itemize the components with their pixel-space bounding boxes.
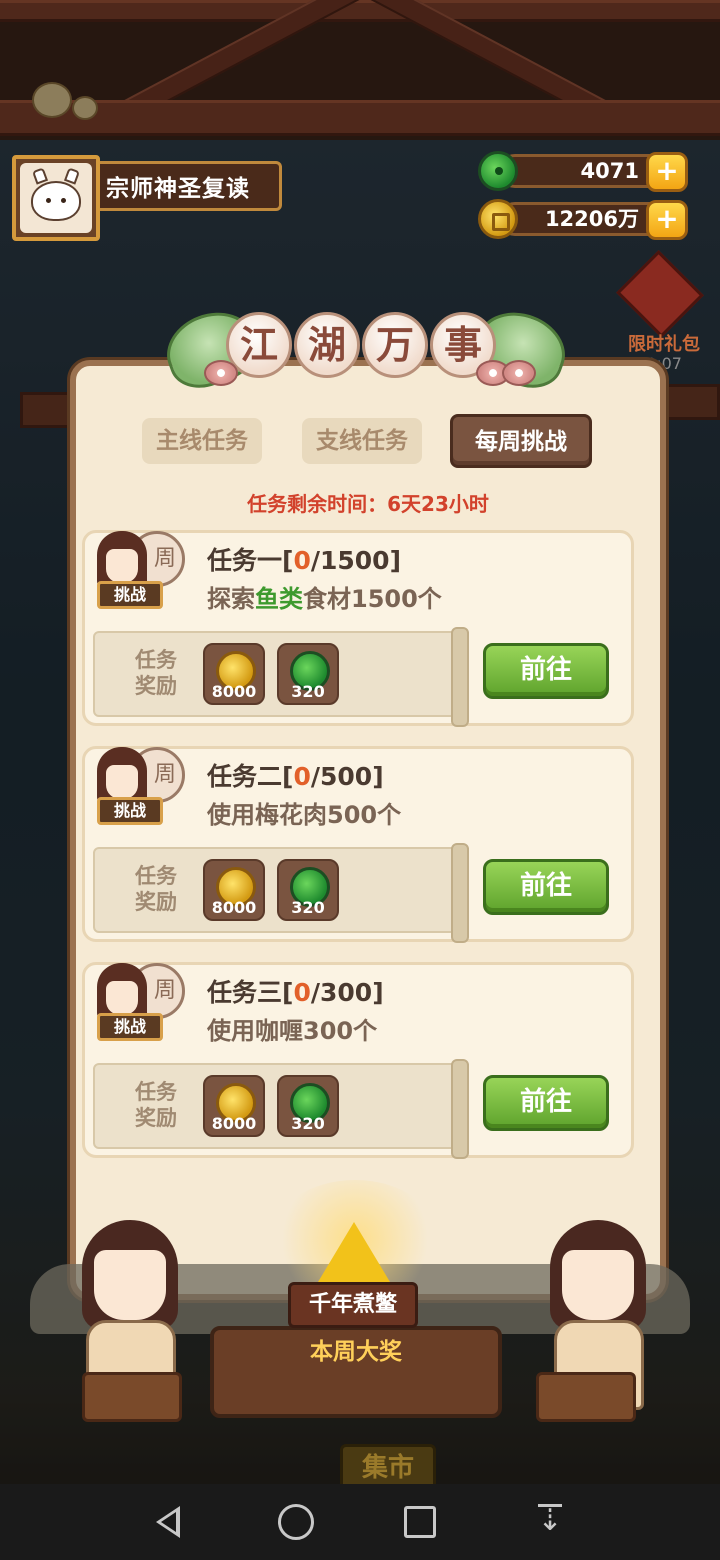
player-name: 宗师神圣复读 (100, 161, 282, 211)
challenge-portrait: 周 挑战 (93, 525, 185, 617)
reward-label: 任务奖励 (135, 864, 177, 914)
coin-reward: 8000 (203, 859, 265, 921)
task-title: 任务二[0/500] (207, 762, 384, 791)
go-button[interactable]: 前往 (483, 859, 609, 915)
task-card: 周 挑战 任务一[0/1500] 探索鱼类食材1500个 任务奖励 8000 3… (82, 530, 634, 727)
jade-icon (478, 151, 518, 191)
task-description: 使用梅花肉500个 (207, 801, 402, 829)
tab-weekly-challenge[interactable]: 每周挑战 (450, 414, 592, 468)
task-title: 任务三[0/300] (207, 978, 384, 1007)
coin-reward: 8000 (203, 1075, 265, 1137)
coin-currency: 12206万 + (478, 199, 688, 240)
task-description: 探索鱼类食材1500个 (207, 585, 442, 613)
coin-icon (478, 199, 518, 239)
player-avatar-button[interactable] (12, 155, 100, 241)
coin-amount: 12206万 (498, 202, 666, 236)
task-progress: 0 (293, 762, 311, 791)
challenge-badge: 挑战 (97, 797, 163, 825)
add-jade-button[interactable]: + (646, 152, 688, 192)
reward-scroll: 任务奖励 8000 320 (93, 843, 469, 943)
quest-tabs: 主线任务 支线任务 每周挑战 (142, 414, 592, 470)
home-icon[interactable] (278, 1504, 314, 1540)
reward-scroll: 任务奖励 8000 320 (93, 627, 469, 727)
challenge-portrait: 周 挑战 (93, 957, 185, 1049)
task-progress: 0 (293, 978, 311, 1007)
challenge-badge: 挑战 (97, 1013, 163, 1041)
collapse-icon[interactable]: ⇣ (530, 1502, 570, 1542)
stool (536, 1372, 636, 1422)
weekly-prize-label: 本周大奖 (310, 1339, 402, 1365)
title-char: 万 (362, 312, 428, 378)
prize-pot-icon[interactable] (318, 1222, 390, 1282)
promo-label: 限时礼包 (628, 334, 700, 355)
challenge-portrait: 周 挑战 (93, 741, 185, 833)
jade-amount: 4071 (498, 154, 666, 188)
tab-side-quests[interactable]: 支线任务 (302, 418, 422, 464)
meat-icon (502, 360, 536, 386)
jade-reward: 320 (277, 643, 339, 705)
reward-label: 任务奖励 (135, 648, 177, 698)
go-button[interactable]: 前往 (483, 643, 609, 699)
tab-main-quests[interactable]: 主线任务 (142, 418, 262, 464)
add-coin-button[interactable]: + (646, 200, 688, 240)
coin-reward: 8000 (203, 643, 265, 705)
jade-reward: 320 (277, 859, 339, 921)
jade-reward: 320 (277, 1075, 339, 1137)
back-icon[interactable] (150, 1502, 190, 1542)
task-card: 周 挑战 任务二[0/500] 使用梅花肉500个 任务奖励 8000 320 … (82, 746, 634, 943)
gift-box-icon (616, 250, 704, 338)
avatar (20, 163, 92, 233)
weekly-prize-name[interactable]: 千年煮鳖 (288, 1282, 418, 1328)
task-title: 任务一[0/1500] (207, 546, 402, 575)
title-char: 湖 (294, 312, 360, 378)
task-card: 周 挑战 任务三[0/300] 使用咖喱300个 任务奖励 8000 320 前… (82, 962, 634, 1159)
system-nav-bar: ⇣ (0, 1484, 720, 1560)
meat-icon (204, 360, 238, 386)
task-progress: 0 (293, 546, 311, 575)
challenge-badge: 挑战 (97, 581, 163, 609)
cat-avatar-icon (31, 181, 81, 221)
go-button[interactable]: 前往 (483, 1075, 609, 1131)
stool (82, 1372, 182, 1422)
jade-currency: 4071 + (478, 151, 688, 192)
reward-label: 任务奖励 (135, 1080, 177, 1130)
remaining-time: 任务剩余时间：6天23小时 (247, 492, 489, 516)
panel-title: 江 湖 万 事 (156, 300, 576, 398)
task-description: 使用咖喱300个 (207, 1017, 378, 1045)
reward-scroll: 任务奖励 8000 320 (93, 1059, 469, 1159)
recent-apps-icon[interactable] (404, 1506, 436, 1538)
